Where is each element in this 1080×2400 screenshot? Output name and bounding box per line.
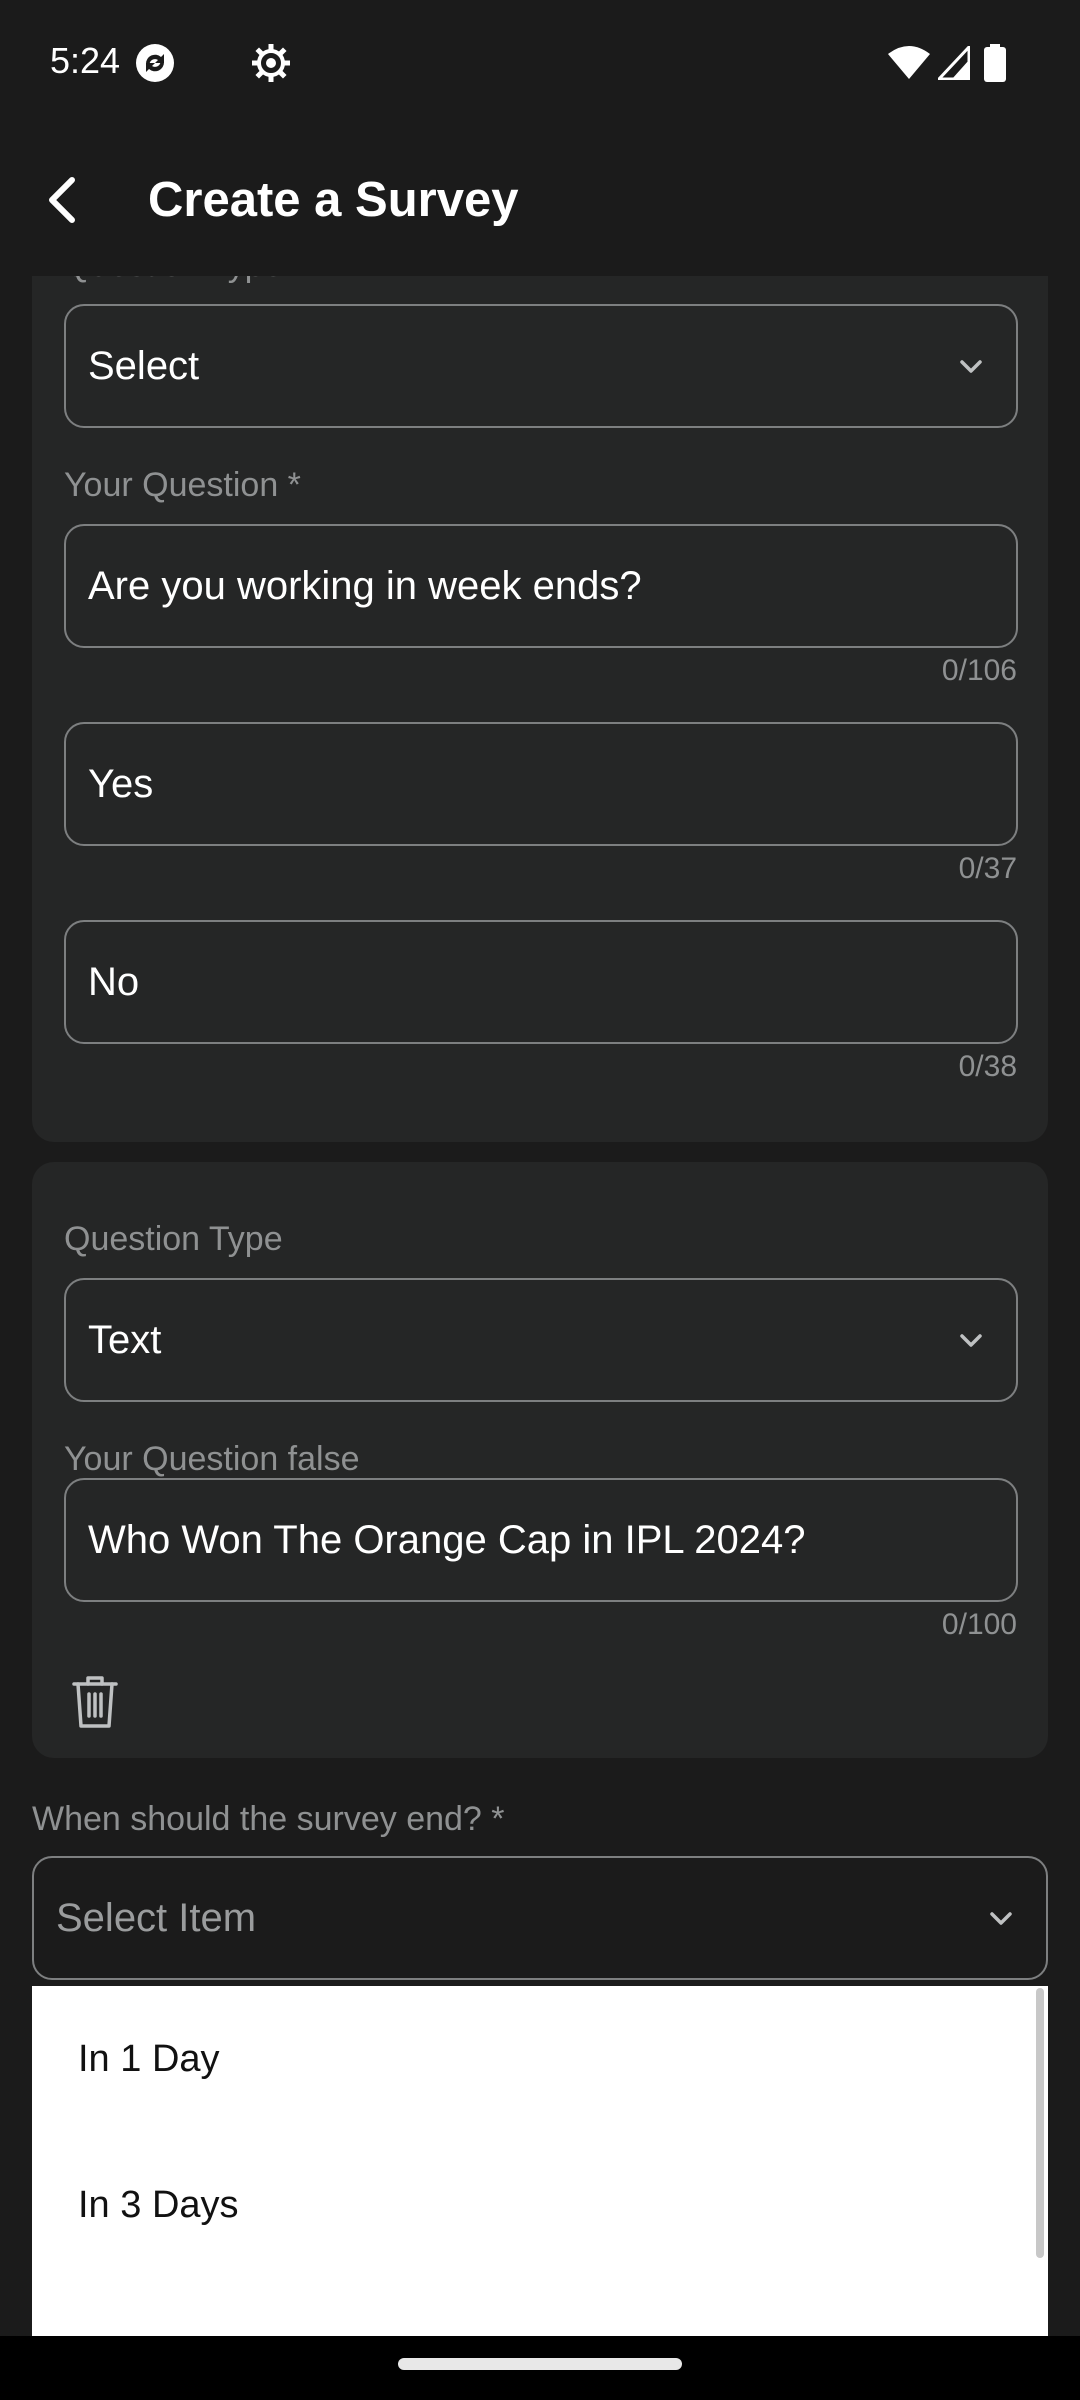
- question-input[interactable]: Who Won The Orange Cap in IPL 2024?: [64, 1478, 1018, 1602]
- arrow-back-icon: [49, 177, 75, 223]
- option-input-2[interactable]: No: [64, 920, 1018, 1044]
- question-input-value: Are you working in week ends?: [88, 564, 642, 608]
- question-type-value: Text: [88, 1318, 162, 1362]
- home-gesture-handle[interactable]: [398, 2358, 682, 2370]
- survey-end-placeholder: Select Item: [56, 1896, 257, 1940]
- question-char-counter: 0/106: [941, 654, 1017, 687]
- chevron-down-icon: [990, 1912, 1012, 1925]
- survey-end-select[interactable]: Select Item: [32, 1856, 1048, 1980]
- option-input-value: Yes: [88, 762, 154, 806]
- chevron-down-icon: [960, 360, 982, 373]
- signal-icon: [935, 43, 971, 85]
- sync-icon: [134, 42, 176, 89]
- survey-end-dropdown-menu: In 1 Day In 3 Days: [32, 1986, 1048, 2336]
- option-char-counter: 0/38: [958, 1050, 1017, 1083]
- status-bar: 5:24: [0, 0, 1080, 128]
- menu-item-1-day[interactable]: In 1 Day: [32, 1986, 1032, 2132]
- question-type-select[interactable]: Select: [64, 304, 1018, 428]
- your-question-label: Your Question false: [64, 1440, 360, 1478]
- menu-item-label: In 3 Days: [78, 2184, 239, 2226]
- question-type-label: Question Type: [64, 276, 283, 285]
- chevron-down-icon: [960, 1334, 982, 1347]
- delete-question-button[interactable]: [70, 1674, 120, 1735]
- status-time: 5:24: [50, 40, 121, 81]
- trash-icon: [72, 1676, 118, 1728]
- question-type-value: Select: [88, 344, 200, 388]
- battery-icon: [984, 44, 1006, 87]
- option-char-counter: 0/37: [958, 852, 1017, 885]
- question-char-counter: 0/100: [941, 1608, 1017, 1641]
- question-type-label: Question Type: [64, 1220, 283, 1258]
- settings-gear-icon: [251, 43, 291, 87]
- your-question-label: Your Question *: [64, 466, 301, 504]
- option-input-1[interactable]: Yes: [64, 722, 1018, 846]
- navigation-bar: [0, 2336, 1080, 2400]
- option-input-value: No: [88, 960, 140, 1004]
- menu-scrollbar[interactable]: [1036, 1988, 1044, 2258]
- app-bar: Create a Survey: [0, 128, 1080, 276]
- back-button[interactable]: [20, 158, 104, 242]
- menu-item-3-days[interactable]: In 3 Days: [32, 2132, 1032, 2278]
- question-type-select[interactable]: Text: [64, 1278, 1018, 1402]
- wifi-icon: [888, 46, 930, 85]
- menu-item-label: In 1 Day: [78, 2038, 220, 2080]
- screen: 5:24 Create a Survey Select Your Questio…: [0, 0, 1080, 2400]
- question-input[interactable]: Are you working in week ends?: [64, 524, 1018, 648]
- question-input-value: Who Won The Orange Cap in IPL 2024?: [88, 1518, 806, 1562]
- survey-end-label: When should the survey end? *: [32, 1800, 505, 1838]
- page-title: Create a Survey: [148, 173, 519, 227]
